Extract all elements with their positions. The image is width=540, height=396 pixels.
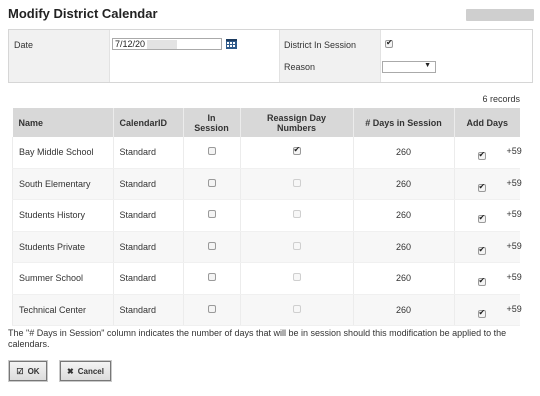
row-calendar-id: Standard [112,137,183,169]
add-days-value: +59 [506,303,522,314]
add-days-checkbox[interactable] [477,213,486,224]
chevron-down-icon: ▼ [424,62,431,69]
row-calendar-id: Standard [112,294,183,326]
records-count: 6 records [482,94,520,104]
reassign-day-numbers-checkbox [292,178,301,187]
add-days-checkbox[interactable] [477,308,486,318]
row-days-in-session: 260 [352,294,454,326]
in-session-checkbox[interactable] [207,147,216,156]
add-days-checkbox[interactable] [477,276,486,287]
column-header-in-session[interactable]: In Session [182,108,240,137]
reassign-day-numbers-checkbox [292,273,301,282]
table-row: South Elementary Standard 260 +59 [12,168,522,200]
row-name: Technical Center [12,294,113,326]
table-row: Students Private Standard 260 +59 [12,231,522,263]
cancel-button[interactable]: ✖ Cancel [60,361,111,381]
reason-select[interactable]: ▼ [382,61,436,73]
in-session-checkbox[interactable] [207,178,216,187]
row-days-in-session: 260 [352,199,454,232]
add-days-checkbox[interactable] [477,182,486,192]
date-label: Date [14,40,34,50]
column-header-calendar-id[interactable]: CalendarID [112,108,183,137]
in-session-checkbox[interactable] [207,273,216,282]
add-days-value: +59 [506,209,522,220]
add-days-checkbox[interactable] [477,150,486,161]
table-row: Students History Standard 260 +59 [12,199,522,232]
row-name: Summer School [12,262,113,295]
in-session-checkbox[interactable] [207,241,216,250]
table-row: Bay Middle School Standard 260 +59 [12,137,522,169]
check-square-icon: ☑ [16,366,24,376]
in-session-checkbox[interactable] [207,210,216,219]
table-header-row: Name CalendarID In Session Reassign Day … [12,108,520,137]
district-in-session-checkbox[interactable] [385,38,393,48]
reassign-day-numbers-checkbox[interactable] [292,145,301,156]
column-header-name[interactable]: Name [12,108,113,137]
footnote: The "# Days in Session" column indicates… [8,328,507,349]
form-label-column-right [279,30,381,82]
cancel-button-label: Cancel [77,366,104,376]
row-calendar-id: Standard [112,231,183,263]
ok-button[interactable]: ☑ OK [9,361,47,381]
redacted-header-area [466,9,534,21]
dialog-title: Modify District Calendar [8,6,158,21]
form-label-column [9,30,110,82]
calendar-icon[interactable] [226,39,237,49]
add-days-value: +59 [506,240,522,251]
calendar-table: Name CalendarID In Session Reassign Day … [12,108,522,326]
column-header-days-in-session[interactable]: # Days in Session [352,108,454,137]
in-session-checkbox[interactable] [207,304,216,313]
row-days-in-session: 260 [352,168,454,200]
row-name: Students Private [12,231,113,263]
row-calendar-id: Standard [112,199,183,232]
reassign-day-numbers-checkbox [292,241,301,250]
row-days-in-session: 260 [352,231,454,263]
row-calendar-id: Standard [112,168,183,200]
add-days-value: +59 [506,146,522,157]
district-in-session-label: District In Session [284,40,357,50]
row-calendar-id: Standard [112,262,183,295]
table-row: Technical Center Standard 260 +59 [12,294,522,326]
table-row: Summer School Standard 260 +59 [12,262,522,295]
row-name: Students History [12,199,113,232]
redacted-date-part [147,40,177,49]
column-header-add-days[interactable]: Add Days [453,108,520,137]
add-days-checkbox[interactable] [477,245,486,255]
ok-button-label: OK [27,366,40,376]
column-header-reassign-day-numbers[interactable]: Reassign Day Numbers [239,108,353,137]
row-days-in-session: 260 [352,137,454,169]
add-days-value: +59 [506,272,522,283]
reassign-day-numbers-checkbox [292,304,301,313]
reason-label: Reason [284,62,316,72]
row-name: South Elementary [12,168,113,200]
calendar-form: Date District In Session Reason ▼ [8,29,533,83]
row-name: Bay Middle School [12,137,113,169]
add-days-value: +59 [506,177,522,188]
row-days-in-session: 260 [352,262,454,295]
reassign-day-numbers-checkbox [292,210,301,219]
x-icon: ✖ [67,366,74,376]
